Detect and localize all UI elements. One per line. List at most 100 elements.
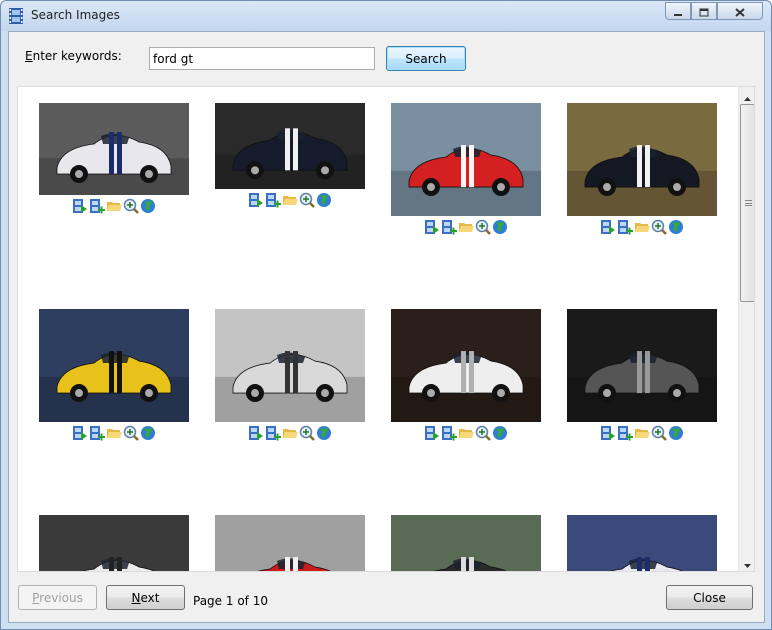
zoom-in-icon[interactable] <box>123 425 139 441</box>
film-add-icon[interactable] <box>617 425 633 441</box>
film-app-icon <box>9 8 23 24</box>
film-add-icon[interactable] <box>265 425 281 441</box>
globe-icon[interactable] <box>140 425 156 441</box>
globe-icon[interactable] <box>492 219 508 235</box>
globe-icon[interactable] <box>668 219 684 235</box>
scroll-down-button[interactable] <box>739 553 754 571</box>
film-add-icon[interactable] <box>441 219 457 235</box>
car-thumbnail-image[interactable] <box>567 103 717 216</box>
window-title: Search Images <box>31 8 120 22</box>
scroll-thumb[interactable] <box>740 104 754 302</box>
car-thumbnail-image[interactable] <box>39 103 189 195</box>
scroll-down-icon <box>744 553 751 571</box>
car-thumbnail-image[interactable] <box>391 309 541 422</box>
globe-icon[interactable] <box>140 198 156 214</box>
open-folder-icon[interactable] <box>282 192 298 208</box>
zoom-in-icon[interactable] <box>475 219 491 235</box>
zoom-in-icon[interactable] <box>475 425 491 441</box>
car-thumbnail-image[interactable] <box>215 515 365 571</box>
film-play-icon[interactable] <box>600 425 616 441</box>
result-tile <box>567 103 717 235</box>
car-thumbnail-image[interactable] <box>215 309 365 422</box>
result-tile <box>215 515 365 571</box>
car-thumbnail-image[interactable] <box>567 309 717 422</box>
open-folder-icon[interactable] <box>634 425 650 441</box>
car-thumbnail-image[interactable] <box>39 309 189 422</box>
scroll-grip-icon <box>745 200 752 206</box>
result-actions <box>215 192 365 208</box>
film-play-icon[interactable] <box>72 425 88 441</box>
result-tile <box>391 103 541 235</box>
window-close-button[interactable] <box>717 2 763 20</box>
film-play-icon[interactable] <box>248 425 264 441</box>
globe-icon[interactable] <box>316 425 332 441</box>
search-button[interactable]: Search <box>386 46 466 71</box>
car-thumbnail-image[interactable] <box>215 103 365 189</box>
film-play-icon[interactable] <box>424 425 440 441</box>
zoom-in-icon[interactable] <box>299 192 315 208</box>
film-play-icon[interactable] <box>424 219 440 235</box>
zoom-in-icon[interactable] <box>651 425 667 441</box>
zoom-in-icon[interactable] <box>123 198 139 214</box>
globe-icon[interactable] <box>316 192 332 208</box>
zoom-in-icon[interactable] <box>299 425 315 441</box>
open-folder-icon[interactable] <box>458 425 474 441</box>
scroll-up-icon <box>744 87 751 105</box>
film-add-icon[interactable] <box>441 425 457 441</box>
zoom-in-icon[interactable] <box>651 219 667 235</box>
result-actions <box>215 425 365 441</box>
film-add-icon[interactable] <box>265 192 281 208</box>
dialog-body: Enter keywords: Search Previous Next Pag… <box>8 31 765 623</box>
previous-button[interactable]: Previous <box>18 585 97 610</box>
next-button[interactable]: Next <box>106 585 185 610</box>
close-icon <box>735 2 745 21</box>
minimize-button[interactable] <box>665 2 691 20</box>
result-tile <box>39 515 189 571</box>
film-play-icon[interactable] <box>600 219 616 235</box>
open-folder-icon[interactable] <box>458 219 474 235</box>
maximize-button[interactable] <box>691 2 717 20</box>
result-tile <box>567 515 717 571</box>
film-add-icon[interactable] <box>89 198 105 214</box>
film-play-icon[interactable] <box>248 192 264 208</box>
search-images-window: Search Images Enter keywords: Search <box>0 0 772 630</box>
film-add-icon[interactable] <box>617 219 633 235</box>
open-folder-icon[interactable] <box>106 425 122 441</box>
globe-icon[interactable] <box>492 425 508 441</box>
film-play-icon[interactable] <box>72 198 88 214</box>
scroll-up-button[interactable] <box>739 87 754 105</box>
close-button[interactable]: Close <box>666 585 753 610</box>
previous-label: Previous <box>32 590 83 605</box>
result-tile <box>391 515 541 571</box>
result-tile <box>391 309 541 441</box>
next-label: Next <box>131 590 160 605</box>
page-indicator: Page 1 of 10 <box>193 594 268 608</box>
car-thumbnail-image[interactable] <box>39 515 189 571</box>
globe-icon[interactable] <box>668 425 684 441</box>
keywords-label: Enter keywords: <box>25 49 122 63</box>
result-actions <box>391 425 541 441</box>
open-folder-icon[interactable] <box>106 198 122 214</box>
title-bar: Search Images <box>1 1 771 31</box>
result-tile <box>215 103 365 208</box>
result-tile <box>215 309 365 441</box>
keywords-input[interactable] <box>149 47 375 70</box>
results-panel <box>17 86 755 572</box>
vertical-scrollbar[interactable] <box>738 87 754 571</box>
minimize-icon <box>673 2 683 21</box>
result-actions <box>39 425 189 441</box>
car-thumbnail-image[interactable] <box>391 515 541 571</box>
result-actions <box>39 198 189 214</box>
car-thumbnail-image[interactable] <box>567 515 717 571</box>
result-tile <box>567 309 717 441</box>
result-actions <box>567 425 717 441</box>
film-add-icon[interactable] <box>89 425 105 441</box>
maximize-icon <box>699 2 709 21</box>
result-actions <box>567 219 717 235</box>
open-folder-icon[interactable] <box>282 425 298 441</box>
result-actions <box>391 219 541 235</box>
car-thumbnail-image[interactable] <box>391 103 541 216</box>
result-tile <box>39 309 189 441</box>
open-folder-icon[interactable] <box>634 219 650 235</box>
result-tile <box>39 103 189 214</box>
